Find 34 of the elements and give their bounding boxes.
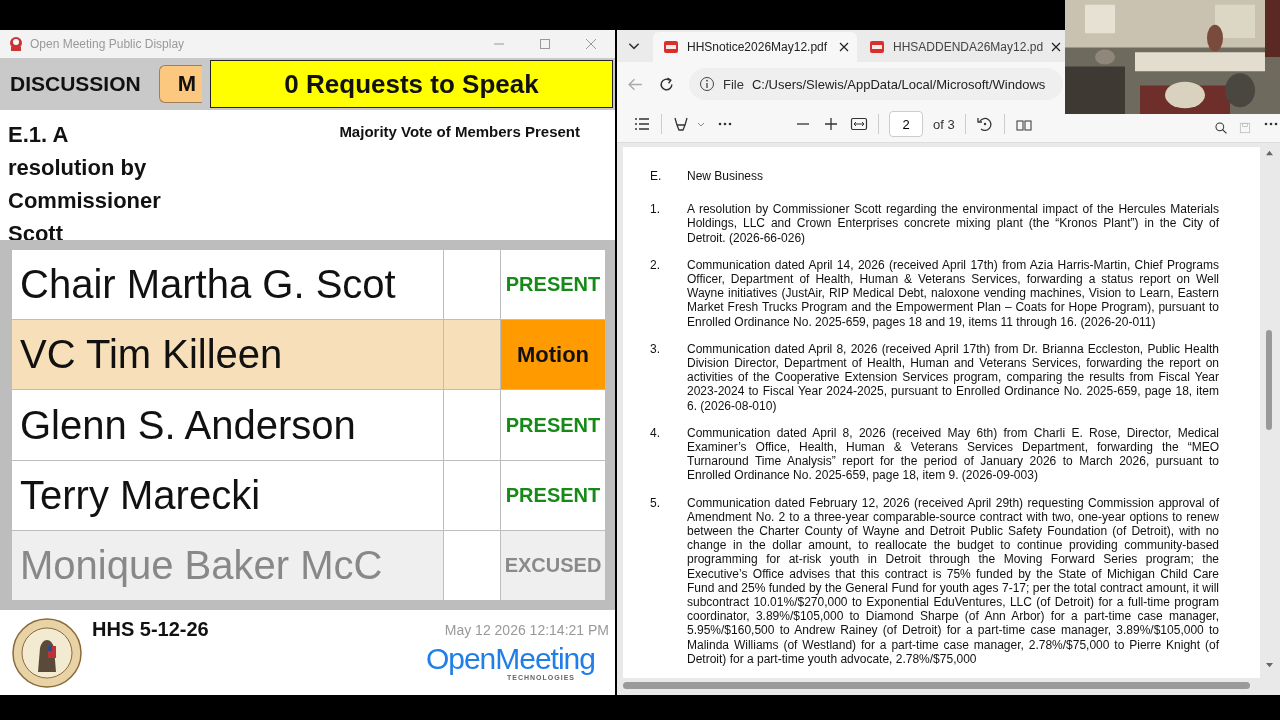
browser-tab[interactable]: HHSADDENDA26May12.pd	[859, 32, 1063, 62]
member-status: EXCUSED	[501, 530, 605, 600]
item-number: 5.	[650, 495, 661, 512]
member-status: PRESENT	[501, 390, 605, 460]
item-number: 2.	[650, 257, 661, 274]
item-number: 4.	[650, 425, 661, 442]
member-status: Motion	[501, 320, 605, 390]
motion-button[interactable]: M	[158, 65, 202, 103]
agenda-item-text: Communication dated February 12, 2026 (received April 29th) requesting Commission approval of Amendment No. 2 to a three-year comparable-source contract with two, one-year options to renew between the Charter County of Wayne and Detroit Public Safety Foundation (of Detroit), with no change in the dollar amount, to reallocate the budget to continue providing community-based programming for at-risk youth in Detroit through the Moving Forward Series program; the Executive’s Office advises that this contract is 75% funded by the State of Michigan Child Care Fund and 25% funded by the General Fund for youth ages 7-17; per the total contract amount, it will subcontract 10.01%/$270,000 to Exponential EduVentures, LLC (of Detroit) for a full-time program coordinator, 3.89%/$105,000 to Diamond Sharpe (of Ann Arbor) for a part-time case manager, 5.95%/$160,500 to Andrew Rainey (of Detroit) for a part-time case manager, 3.89%/$105,000 to Malinda Williams (of Westland) for a part-time case manager, 2.78%/$75,000 to Pierre Knight (of Detroit) for a part-time youth advocate, 2.78%/$75,000	[687, 495, 1219, 667]
member-status: PRESENT	[501, 250, 605, 320]
agenda-item-text: Communication dated April 8, 2026 (received April 17th) from Dr. Brianna Eccleston, Public Health Division Director, Department of Health, Human and Veterans Services, forwarding the report on activities of the Cooperative Extension Services program, comparing the results from Fiscal Year 2023-2024 to Fiscal Year 2024-2025, pursuant to Enrolled Ordinance No. 2025-659, page 18, item 6. (2026-08-010)	[687, 341, 1219, 413]
item-number: 3.	[650, 341, 661, 358]
window-title: Open Meeting Public Display	[30, 37, 185, 51]
requests-banner: 0 Requests to Speak	[210, 60, 613, 108]
timestamp: May 12 2026 12:14:21 PM	[444, 622, 609, 638]
vote-rule: Majority Vote of Members Present	[339, 122, 581, 142]
member-name: VC Tim Killeen	[12, 320, 443, 390]
mode-label: DISCUSSION	[10, 72, 141, 96]
address-bar[interactable]: File C:/Users/Slewis/AppData/Local/Microsoft/Windows	[689, 68, 1063, 100]
member-name: Terry Marecki	[12, 460, 443, 530]
member-name: Chair Martha G. Scot	[12, 250, 443, 320]
member-name: Glenn S. Anderson	[12, 390, 443, 460]
section-title: New Business	[687, 169, 765, 184]
meeting-name: HHS 5-12-26	[92, 618, 209, 642]
agenda-item-text: Communication dated April 14, 2026 (received April 17th) from Azia Harris-Martin, Chief Programs Officer, Department of Health, Human & Veterans Services, forwarding a status report on Well Wayne initiatives (JustAir, RIP Medical Debt, naloxone vending machines, Vision to Learn, Eastern Market Fresh Trucks Program and the Empowerment Plan – Coats for Hope Program), pursuant to Enrolled Ordinance No. 2025-659, pages 18 and 19, items 11 through 16. (2026-20-011)	[687, 257, 1219, 329]
section-number: E.	[650, 169, 663, 184]
page-number-field[interactable]: 2	[889, 111, 923, 137]
member-status: PRESENT	[501, 460, 605, 530]
member-name: Monique Baker McC	[12, 530, 443, 600]
agenda-item-text: Communication dated April 8, 2026 (received May 6th) from Charli E. Rose, Director, Medical Examiner’s Office, Health, Human & Veterans Services Department, forwarding the “MEO Turnaround Time Analysis” report for the period of January 2026 to March 2026, pursuant to Enrolled Ordinance No. 2025-659, page 18, item 9. (2026-09-003)	[687, 425, 1219, 483]
agenda-item-text: A resolution by Commissioner Scott regarding the environmental impact of the Hercules Materials Holdings, LLC and Crown Enterprises concrete mixing plant (the “Kronos Plant”) in the City of Detroit. (2026-66-026)	[687, 202, 1219, 245]
browser-tab[interactable]: HHSnotice2026May12.pdf	[653, 32, 857, 62]
item-number: 1.	[650, 202, 661, 219]
page-count: of 3	[933, 116, 955, 132]
